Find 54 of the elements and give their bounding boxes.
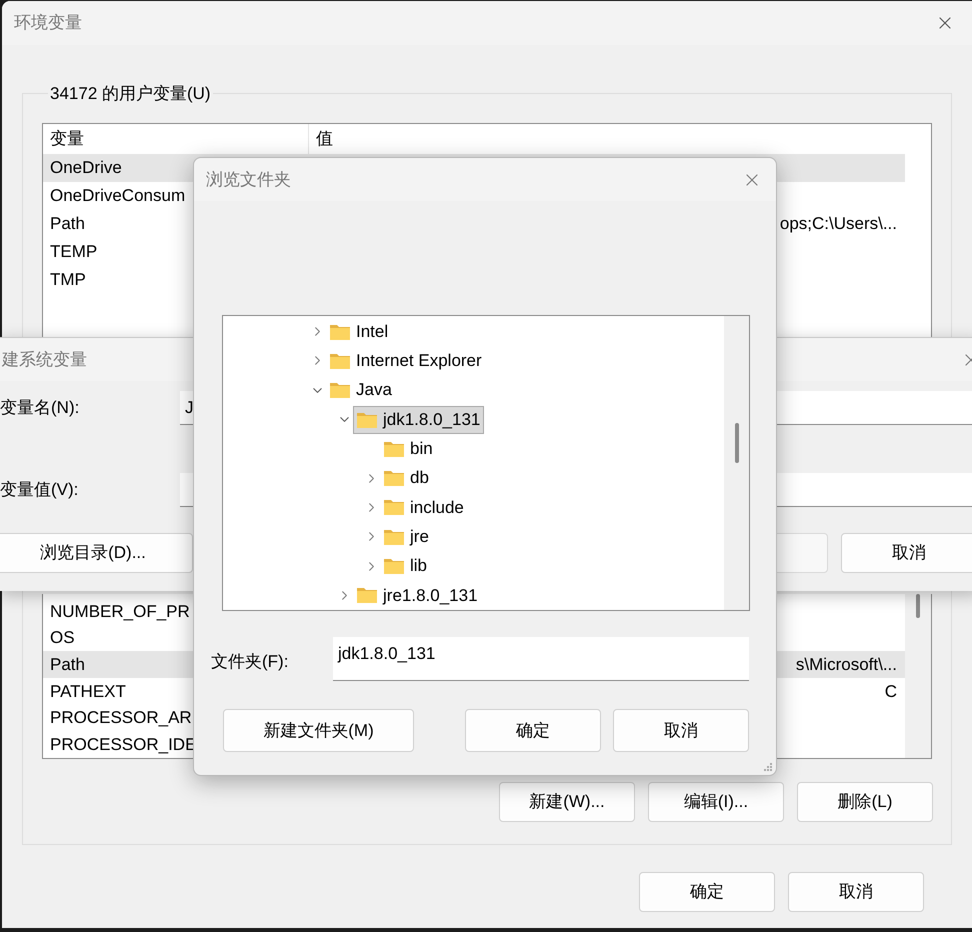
- tree-item[interactable]: jre: [380, 522, 433, 551]
- folder-icon: [383, 528, 405, 546]
- variable-name: TMP: [50, 268, 86, 291]
- scrollbar[interactable]: [905, 594, 931, 758]
- tree-item[interactable]: db: [380, 464, 433, 492]
- column-header[interactable]: 值: [309, 124, 905, 154]
- dialog-title: 浏览文件夹: [206, 168, 291, 191]
- folder-icon: [383, 440, 405, 458]
- dialog-button[interactable]: 取消: [788, 872, 924, 912]
- action-button[interactable]: 删除(L): [797, 782, 933, 822]
- tree-item[interactable]: lib: [380, 552, 432, 580]
- variable-value: s\Microsoft\...: [796, 654, 897, 676]
- variable-value: ops;C:\Users\...: [780, 212, 897, 235]
- new-folder-button[interactable]: 新建文件夹(M): [223, 709, 414, 752]
- tree-item[interactable]: jdk1.8.0_131: [353, 406, 484, 434]
- field-label: 变量名(N):: [0, 397, 80, 420]
- scrollbar[interactable]: [724, 316, 749, 610]
- dialog-button[interactable]: 确定: [639, 872, 775, 912]
- action-button[interactable]: 新建(W)...: [499, 782, 635, 822]
- folder-icon: [329, 381, 351, 400]
- variable-value: C: [884, 680, 897, 703]
- field-label: 变量值(V):: [0, 479, 80, 502]
- folder-icon: [383, 469, 405, 488]
- tree-item[interactable]: jre1.8.0_131: [353, 581, 482, 610]
- folder-name-field[interactable]: jdk1.8.0_131: [333, 637, 749, 681]
- variable-name: Path: [50, 654, 85, 676]
- variable-name: TEMP: [50, 240, 98, 263]
- cancel-button[interactable]: 取消: [613, 709, 749, 752]
- window-title: 环境变量: [14, 12, 82, 34]
- group-title: 34172 的用户变量(U): [49, 83, 212, 105]
- variable-name: OS: [50, 627, 75, 650]
- folder-icon: [383, 498, 405, 516]
- dialog-title: 建系统变量: [2, 348, 87, 371]
- cancel-button[interactable]: 取消: [841, 533, 972, 573]
- field-label: 文件夹(F):: [211, 650, 290, 673]
- tree-item[interactable]: include: [380, 493, 468, 522]
- tree-item[interactable]: bin: [380, 434, 437, 463]
- resize-grip-icon[interactable]: [763, 762, 773, 772]
- variable-name: NUMBER_OF_PR: [50, 600, 190, 623]
- tree-item[interactable]: Intel: [326, 318, 392, 346]
- folder-icon: [356, 586, 378, 604]
- tree-item[interactable]: Java: [326, 376, 396, 404]
- variable-name: Path: [50, 212, 85, 235]
- tree-item[interactable]: Internet Explorer: [326, 346, 486, 375]
- action-button[interactable]: 编辑(I)...: [648, 782, 784, 822]
- folder-icon: [329, 352, 351, 370]
- folder-icon: [356, 410, 378, 429]
- variable-name: OneDriveConsum: [50, 184, 186, 207]
- variable-name: PATHEXT: [50, 680, 126, 703]
- ok-button[interactable]: 确定: [465, 709, 601, 752]
- browse-button[interactable]: 浏览目录(D)...: [0, 533, 193, 573]
- variable-name: OneDrive: [50, 156, 122, 179]
- folder-icon: [383, 557, 405, 576]
- folder-icon: [329, 322, 351, 341]
